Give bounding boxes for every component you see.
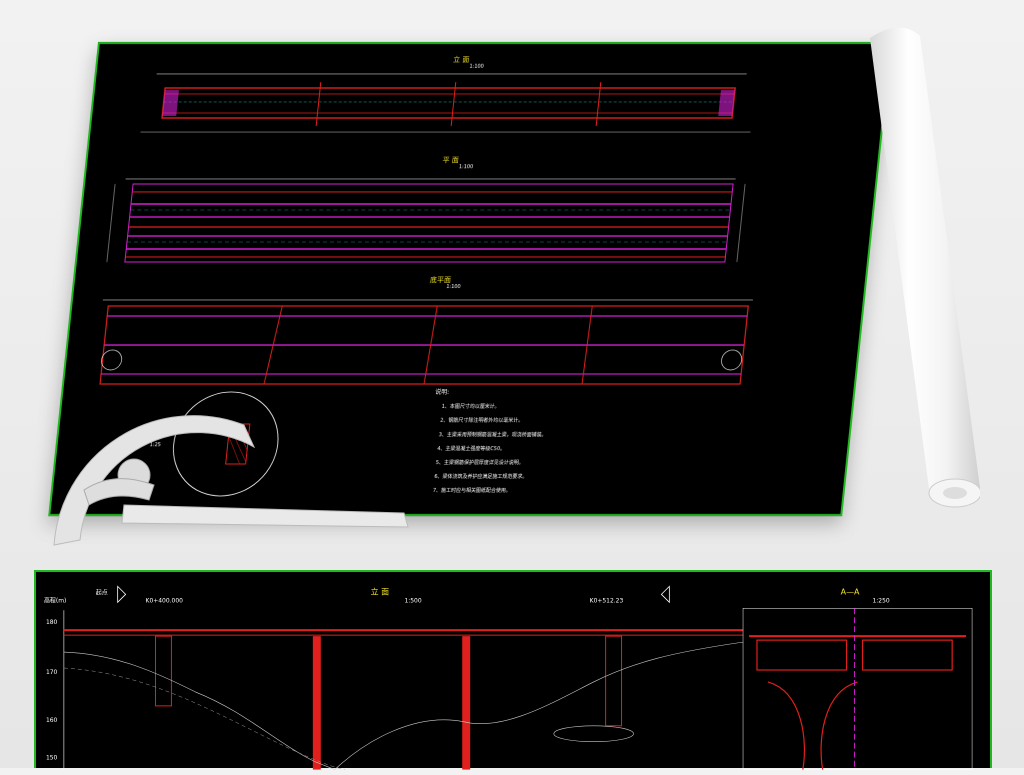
section-title: A—A	[841, 587, 860, 596]
axis-tick: 170	[46, 669, 58, 676]
note-line: 1、本图尺寸均以厘米计。	[441, 403, 500, 410]
section-scale: 1:250	[872, 597, 889, 604]
elevation-title: 立 面	[371, 586, 389, 596]
note-line: 4、主梁混凝土强度等级C50。	[437, 445, 506, 452]
elevation-scale: 1:500	[404, 597, 421, 604]
bottom-drawing-sheet: 高程(m) 起点 K0+400.000 立 面 1:500 K0+512.23 …	[34, 570, 992, 770]
view-title-elevation: 立 面	[453, 55, 470, 64]
notes-heading: 说明:	[435, 388, 450, 396]
left-axis-title: 高程(m)	[44, 596, 66, 604]
paper-roll	[860, 18, 982, 508]
view-scale-plan: 1:100	[459, 164, 474, 170]
note-line: 5、主梁钢筋保护层厚度详见设计说明。	[435, 459, 524, 466]
note-line: 6、梁体浇筑及养护应满足施工规范要求。	[434, 473, 528, 480]
note-line: 3、主梁采用预制钢筋混凝土梁，现浇桥面铺装。	[438, 431, 547, 438]
stake-right: K0+512.23	[590, 597, 624, 604]
protractor-tool	[44, 395, 414, 565]
axis-tick: 150	[46, 755, 58, 762]
stake-left: K0+400.000	[146, 597, 184, 604]
note-line: 7、施工时应与相关图纸配合使用。	[432, 487, 511, 494]
axis-tick: 160	[46, 717, 58, 724]
view-scale-bottom-plan: 1:100	[446, 284, 461, 290]
left-arrow-label: 起点	[96, 588, 108, 596]
bottom-drawing-canvas: 高程(m) 起点 K0+400.000 立 面 1:500 K0+512.23 …	[44, 585, 973, 770]
axis-tick: 180	[46, 619, 58, 626]
view-title-bottom-plan: 底平面	[430, 275, 452, 284]
view-scale-elevation: 1:100	[469, 64, 484, 70]
view-title-plan: 平 面	[442, 155, 459, 164]
note-line: 2、钢筋尺寸除注明者外均以毫米计。	[440, 417, 524, 424]
